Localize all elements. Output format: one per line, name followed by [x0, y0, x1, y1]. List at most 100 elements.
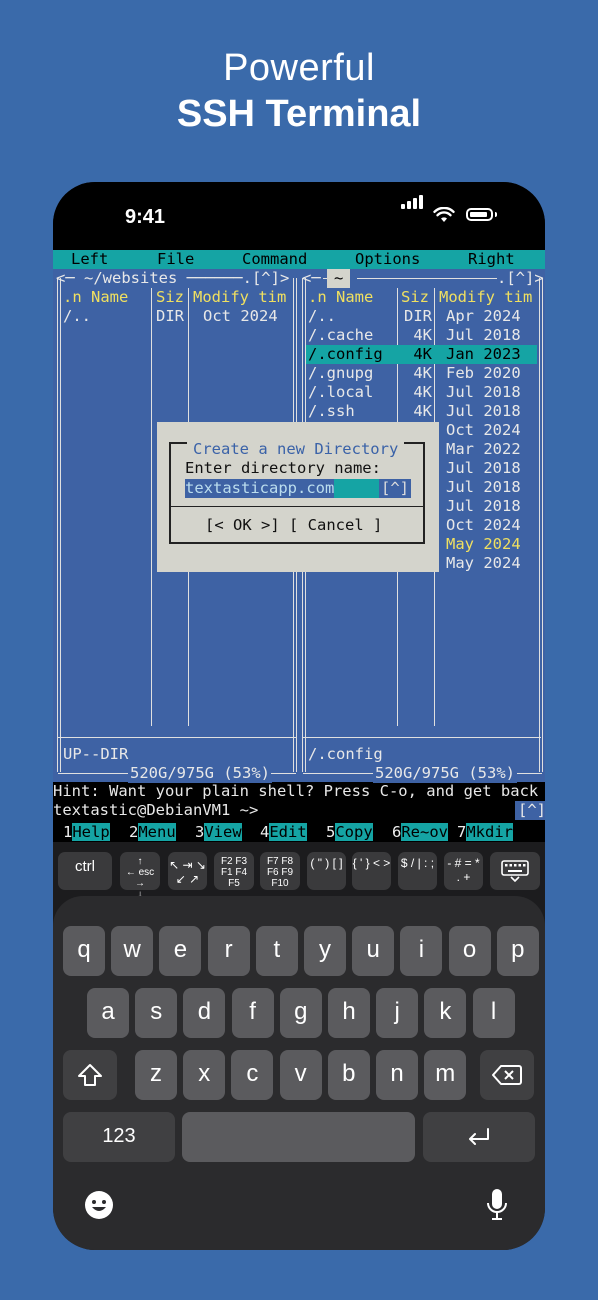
right-row-mtime: Jul 2018: [446, 459, 521, 477]
key-v[interactable]: v: [279, 1050, 322, 1100]
right-row-mtime: Jul 2018: [446, 402, 521, 420]
fkey-1[interactable]: 1Help: [63, 822, 110, 842]
key-a[interactable]: a: [87, 988, 129, 1038]
ok-button[interactable]: [< OK >]: [205, 516, 280, 534]
directory-name-input[interactable]: textasticapp.com [^]: [185, 479, 411, 498]
key-d[interactable]: d: [183, 988, 226, 1038]
menu-right[interactable]: Right: [468, 250, 515, 269]
key-x[interactable]: x: [183, 1050, 226, 1100]
key-i[interactable]: i: [400, 926, 443, 976]
key-j[interactable]: j: [376, 988, 419, 1038]
numbers-key[interactable]: 123: [63, 1112, 175, 1162]
terminal[interactable]: Left File Command Options Right <─ ~/web…: [53, 250, 545, 842]
shell-hint: Hint: Want your plain shell? Press C-o, …: [53, 782, 539, 800]
right-row-name[interactable]: /..: [308, 307, 336, 326]
key-c[interactable]: c: [231, 1050, 274, 1100]
shift-key[interactable]: [63, 1050, 117, 1100]
key-u[interactable]: u: [352, 926, 395, 976]
left-header-size: Siz: [156, 288, 184, 306]
key-l[interactable]: l: [472, 988, 515, 1038]
keyboard-dismiss-icon[interactable]: [490, 852, 540, 890]
directory-name-value: textasticapp.com: [185, 479, 335, 498]
right-header-mtime: Modify tim: [439, 288, 533, 306]
microphone-icon[interactable]: [485, 1188, 509, 1222]
return-key[interactable]: [423, 1112, 535, 1162]
right-row-name[interactable]: /.ssh: [308, 402, 355, 421]
right-title-cwd: ~: [327, 269, 351, 288]
key-r[interactable]: r: [207, 926, 250, 976]
right-row-mtime: Jan 2023: [446, 345, 521, 363]
operators-key[interactable]: - # = * . +: [444, 852, 483, 890]
right-panel-status: /.config: [308, 745, 383, 763]
key-t[interactable]: t: [255, 926, 298, 976]
right-header-size: Siz: [401, 288, 429, 306]
input-history-button[interactable]: [^]: [379, 479, 411, 498]
key-h[interactable]: h: [328, 988, 370, 1038]
headline-line2: SSH Terminal: [176, 93, 422, 135]
right-panel-disk: 520G/975G (53%): [373, 764, 517, 783]
menu-left[interactable]: Left: [71, 250, 108, 269]
right-row-size: 4K: [413, 364, 432, 382]
key-z[interactable]: z: [135, 1050, 177, 1100]
right-row-mtime: May 2024: [446, 535, 521, 553]
clock: 9:41: [125, 206, 166, 228]
fkey-3[interactable]: 3View: [195, 822, 242, 842]
brackets-key[interactable]: ( " ) [ ]: [307, 852, 346, 890]
shell-history-button[interactable]: [^]: [515, 801, 545, 820]
key-e[interactable]: e: [159, 926, 202, 976]
backspace-key[interactable]: [480, 1050, 534, 1100]
key-q[interactable]: q: [63, 926, 105, 976]
key-f[interactable]: f: [231, 988, 274, 1038]
symbols-key[interactable]: $ / | : ;: [398, 852, 437, 890]
key-b[interactable]: b: [327, 1050, 370, 1100]
right-title-right: .[^]>: [497, 269, 544, 287]
right-row-size: 4K: [413, 326, 432, 344]
wifi-icon: [433, 207, 455, 222]
shell-prompt[interactable]: textastic@DebianVM1 ~>: [53, 801, 258, 820]
right-row-name[interactable]: /.local: [308, 383, 373, 402]
right-row-name[interactable]: /.gnupg: [308, 364, 373, 383]
emoji-icon[interactable]: [83, 1189, 115, 1221]
battery-icon: [466, 208, 493, 221]
fkey-7[interactable]: 7Mkdir: [457, 822, 514, 842]
fkey-5[interactable]: 5Copy: [326, 822, 373, 842]
left-row-name[interactable]: /..: [63, 307, 91, 326]
menu-file[interactable]: File: [157, 250, 194, 269]
braces-key[interactable]: { ' } < >: [352, 852, 391, 890]
key-y[interactable]: y: [304, 926, 346, 976]
fkey-2[interactable]: 2Menu: [129, 822, 176, 842]
function-keys-2[interactable]: F7 F8 F6 F9 F10: [260, 852, 300, 890]
menu-options[interactable]: Options: [355, 250, 420, 269]
arrows-esc-key[interactable]: ↑ ← esc → ↓: [120, 852, 160, 900]
right-row-mtime: May 2024: [446, 554, 521, 572]
ios-keyboard: qwertyuiop asdfghjkl zxcvbnm 123: [53, 896, 545, 1250]
key-p[interactable]: p: [496, 926, 539, 976]
right-title-left: <─: [302, 269, 321, 287]
tab-arrows-key[interactable]: ↖ ⇥ ↘ ↙ ↗: [168, 852, 207, 890]
key-m[interactable]: m: [424, 1050, 467, 1100]
headline-line1: Powerful: [223, 47, 375, 89]
right-row-size: 4K: [413, 383, 432, 401]
right-row-name[interactable]: /.config: [308, 345, 383, 364]
key-w[interactable]: w: [111, 926, 154, 976]
key-k[interactable]: k: [424, 988, 467, 1038]
key-n[interactable]: n: [376, 1050, 418, 1100]
function-key-bar: 1Help 2Menu 3View 4Edit 5Copy 6Re~ov 7Mk…: [53, 822, 545, 842]
key-g[interactable]: g: [279, 988, 322, 1038]
fkey-4[interactable]: 4Edit: [260, 822, 307, 842]
key-s[interactable]: s: [135, 988, 178, 1038]
phone-frame: 9:41 Left File Command Options Right <─ …: [53, 182, 545, 1250]
ctrl-key[interactable]: ctrl: [58, 852, 112, 890]
right-row-mtime: Mar 2022: [446, 440, 521, 458]
left-header-name: .n Name: [63, 288, 129, 306]
mkdir-dialog: Create a new Directory Enter directory n…: [157, 422, 439, 572]
right-row-mtime: Jul 2018: [446, 497, 521, 515]
space-key[interactable]: [182, 1112, 415, 1162]
function-keys-1[interactable]: F2 F3 F1 F4 F5: [214, 852, 254, 890]
fkey-6[interactable]: 6Re~ov: [392, 822, 449, 842]
left-row-size: DIR: [156, 307, 184, 325]
menu-command[interactable]: Command: [242, 250, 307, 269]
right-row-name[interactable]: /.cache: [308, 326, 373, 345]
key-o[interactable]: o: [448, 926, 491, 976]
cancel-button[interactable]: [ Cancel ]: [289, 516, 382, 534]
